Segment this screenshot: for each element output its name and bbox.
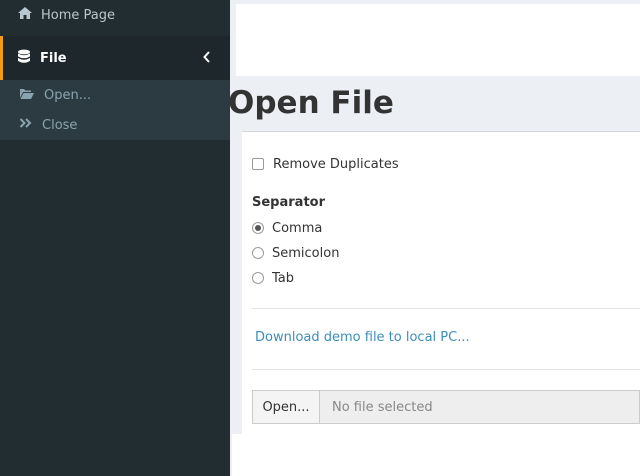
content-bottom-band (232, 434, 640, 476)
submenu-item-open-label: Open... (44, 87, 92, 103)
folder-open-icon (19, 87, 35, 104)
separator-option-label: Semicolon (272, 245, 340, 261)
page-title: Open File (228, 85, 394, 121)
database-icon (17, 49, 31, 68)
remove-duplicates-checkbox-row[interactable]: Remove Duplicates (252, 155, 399, 173)
sidebar-item-home[interactable]: Home Page (0, 0, 230, 30)
content-header-band (236, 4, 640, 76)
browse-file-button[interactable]: Open... (252, 390, 320, 424)
sidebar-item-home-label: Home Page (41, 7, 115, 23)
file-name-display: No file selected (320, 390, 640, 424)
download-demo-link[interactable]: Download demo file to local PC... (255, 330, 470, 345)
remove-duplicates-label: Remove Duplicates (273, 156, 399, 172)
submenu-item-close-label: Close (42, 117, 78, 133)
separator-radio-semicolon[interactable] (252, 247, 264, 259)
sidebar-item-file-label: File (40, 50, 67, 66)
divider (252, 369, 640, 370)
divider (252, 308, 640, 309)
separator-option-semicolon[interactable]: Semicolon (252, 244, 339, 262)
chevron-left-icon[interactable] (203, 51, 211, 67)
separator-option-comma[interactable]: Comma (252, 219, 322, 237)
double-chevron-right-icon (19, 117, 33, 133)
sidebar-item-file[interactable]: File (0, 36, 230, 80)
submenu-item-open[interactable]: Open... (19, 85, 91, 105)
home-icon (17, 6, 33, 24)
separator-radio-tab[interactable] (252, 272, 264, 284)
separator-label: Separator (252, 195, 325, 210)
separator-option-label: Comma (272, 220, 323, 236)
separator-option-label: Tab (272, 270, 295, 286)
separator-option-tab[interactable]: Tab (252, 269, 294, 287)
file-input-group: Open... No file selected (252, 390, 640, 424)
open-file-panel (242, 131, 640, 434)
submenu-item-close[interactable]: Close (19, 115, 77, 135)
separator-radio-comma[interactable] (252, 222, 264, 234)
remove-duplicates-checkbox[interactable] (252, 158, 264, 170)
